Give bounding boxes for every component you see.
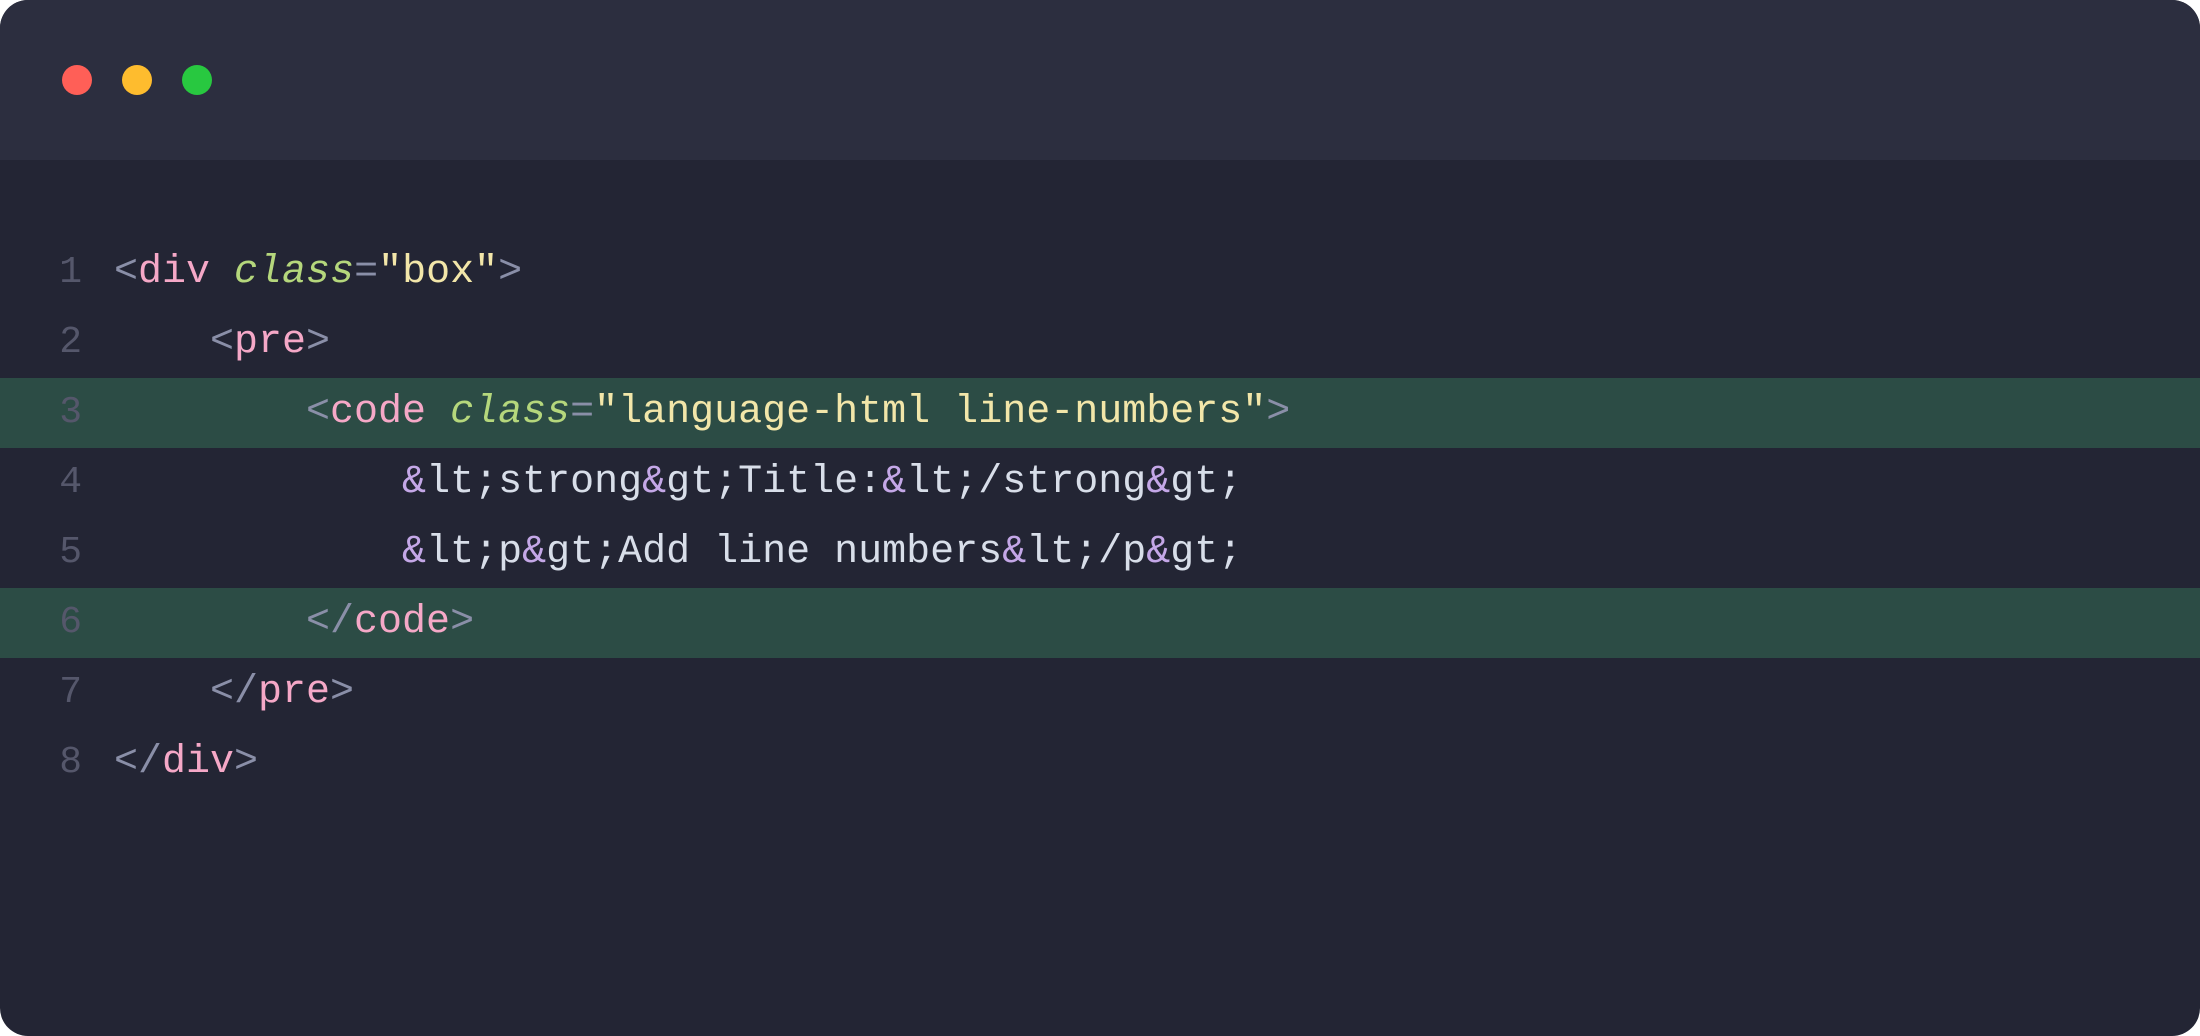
entity-amp: & bbox=[522, 530, 546, 575]
entity-name: lt; bbox=[426, 530, 498, 575]
token-punct: > bbox=[498, 250, 522, 295]
line-content: &lt;strong&gt;Title:&lt;/strong&gt; bbox=[82, 448, 1242, 518]
line-content: &lt;p&gt;Add line numbers&lt;/p&gt; bbox=[82, 518, 1242, 588]
code-line[interactable]: 3 <code class="language-html line-number… bbox=[0, 378, 2200, 448]
editor-window: 1<div class="box">2 <pre>3 <code class="… bbox=[0, 0, 2200, 1036]
token-text: Add line numbers bbox=[618, 530, 1002, 575]
line-number: 4 bbox=[10, 448, 82, 518]
token-punct: < bbox=[306, 390, 330, 435]
token-attr: class bbox=[450, 390, 570, 435]
token-tag: pre bbox=[258, 670, 330, 715]
code-line[interactable]: 4 &lt;strong&gt;Title:&lt;/strong&gt; bbox=[0, 448, 2200, 518]
token-tag: div bbox=[162, 740, 234, 785]
token-tag: code bbox=[330, 390, 426, 435]
token-text: /p bbox=[1098, 530, 1146, 575]
code-line[interactable]: 6 </code> bbox=[0, 588, 2200, 658]
entity-name: lt; bbox=[426, 460, 498, 505]
token-punct: </ bbox=[210, 670, 258, 715]
code-line[interactable]: 5 &lt;p&gt;Add line numbers&lt;/p&gt; bbox=[0, 518, 2200, 588]
maximize-icon[interactable] bbox=[182, 65, 212, 95]
line-content: </pre> bbox=[82, 658, 354, 728]
line-content: </div> bbox=[82, 728, 258, 798]
token-op: = bbox=[354, 250, 378, 295]
entity-amp: & bbox=[402, 460, 426, 505]
line-number: 6 bbox=[10, 588, 82, 658]
line-number: 8 bbox=[10, 728, 82, 798]
token-tag: code bbox=[354, 600, 450, 645]
close-icon[interactable] bbox=[62, 65, 92, 95]
entity-amp: & bbox=[1002, 530, 1026, 575]
line-number: 2 bbox=[10, 308, 82, 378]
code-area[interactable]: 1<div class="box">2 <pre>3 <code class="… bbox=[0, 160, 2200, 1036]
minimize-icon[interactable] bbox=[122, 65, 152, 95]
token-punct: < bbox=[114, 250, 138, 295]
entity-amp: & bbox=[1146, 460, 1170, 505]
token-punct: </ bbox=[114, 740, 162, 785]
token-text: Title: bbox=[738, 460, 882, 505]
token-punct: </ bbox=[306, 600, 354, 645]
entity-name: gt; bbox=[546, 530, 618, 575]
entity-amp: & bbox=[402, 530, 426, 575]
line-number: 7 bbox=[10, 658, 82, 728]
entity-name: lt; bbox=[1026, 530, 1098, 575]
line-number: 3 bbox=[10, 378, 82, 448]
entity-name: lt; bbox=[906, 460, 978, 505]
code-line[interactable]: 7 </pre> bbox=[0, 658, 2200, 728]
line-content: <pre> bbox=[82, 308, 330, 378]
token-string: "language-html line-numbers" bbox=[594, 390, 1266, 435]
entity-name: gt; bbox=[1170, 530, 1242, 575]
line-content: <div class="box"> bbox=[82, 238, 522, 308]
line-content: </code> bbox=[82, 588, 474, 658]
token-punct: > bbox=[234, 740, 258, 785]
token-text: p bbox=[498, 530, 522, 575]
entity-amp: & bbox=[1146, 530, 1170, 575]
token-punct: > bbox=[450, 600, 474, 645]
line-number: 1 bbox=[10, 238, 82, 308]
token-tag: div bbox=[138, 250, 210, 295]
line-content: <code class="language-html line-numbers"… bbox=[82, 378, 1290, 448]
token-punct: > bbox=[306, 320, 330, 365]
token-punct: > bbox=[330, 670, 354, 715]
entity-name: gt; bbox=[1170, 460, 1242, 505]
code-line[interactable]: 1<div class="box"> bbox=[0, 238, 2200, 308]
token-attr: class bbox=[234, 250, 354, 295]
token-punct: < bbox=[210, 320, 234, 365]
token-punct: > bbox=[1266, 390, 1290, 435]
entity-amp: & bbox=[882, 460, 906, 505]
entity-name: gt; bbox=[666, 460, 738, 505]
token-string: "box" bbox=[378, 250, 498, 295]
token-text: strong bbox=[498, 460, 642, 505]
line-number: 5 bbox=[10, 518, 82, 588]
token-text: /strong bbox=[978, 460, 1146, 505]
code-line[interactable]: 8</div> bbox=[0, 728, 2200, 798]
code-line[interactable]: 2 <pre> bbox=[0, 308, 2200, 378]
token-op: = bbox=[570, 390, 594, 435]
titlebar bbox=[0, 0, 2200, 160]
token-tag: pre bbox=[234, 320, 306, 365]
entity-amp: & bbox=[642, 460, 666, 505]
